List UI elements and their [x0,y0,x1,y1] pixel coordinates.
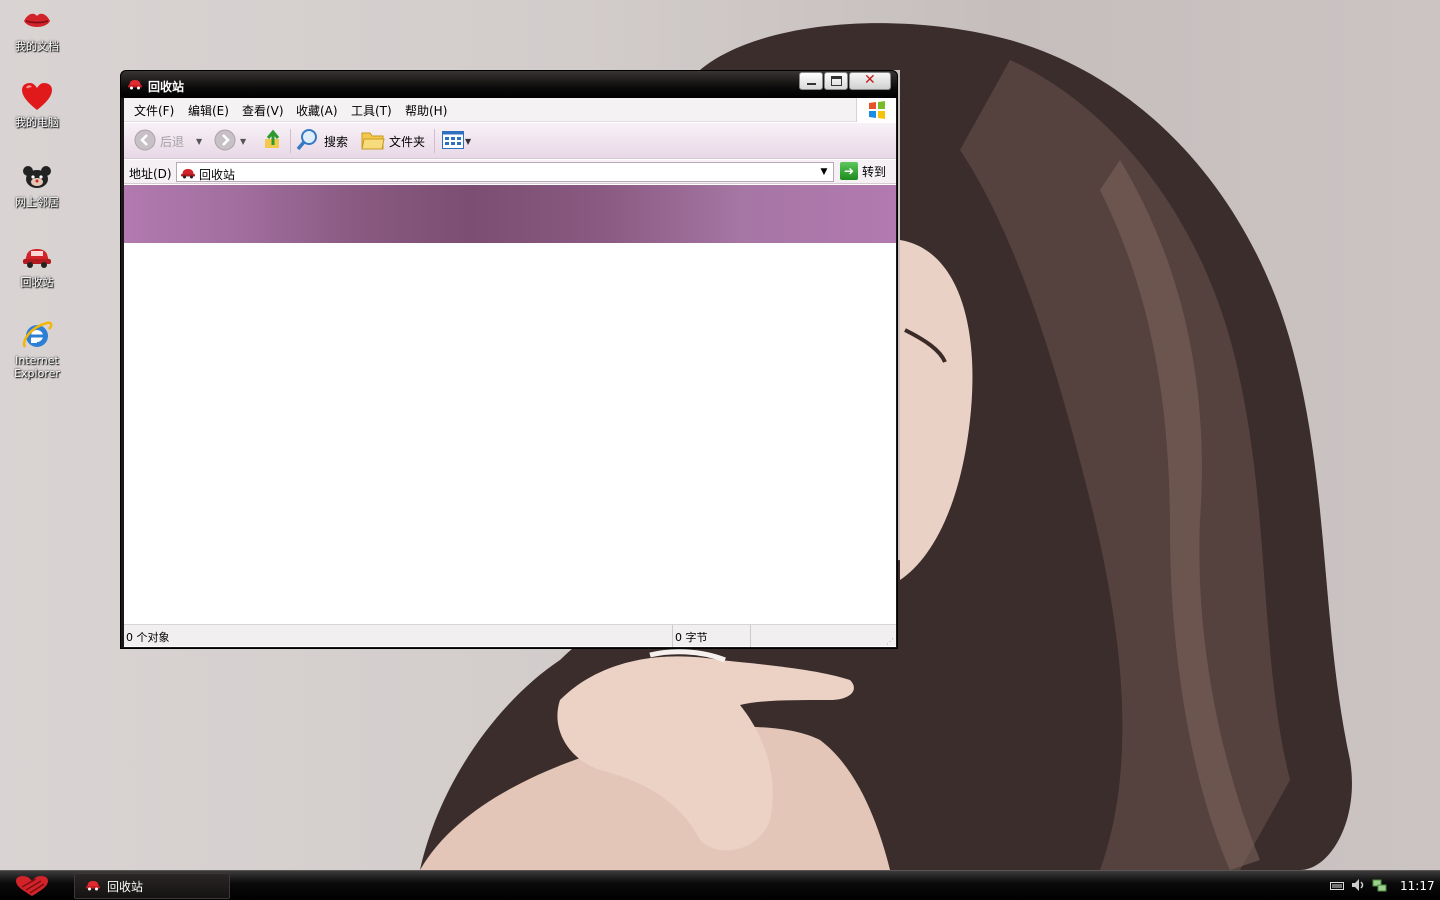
taskbar-button-label: 回收站 [107,879,144,894]
menu-edit[interactable]: 编辑(E) [188,102,229,119]
desktop-icon-my-documents[interactable]: 我的文档 [4,4,70,53]
car-icon [180,167,196,182]
window-client-area: 文件(F) 编辑(E) 查看(V) 收藏(A) 工具(T) 帮助(H) 后退 ▼ [124,98,896,647]
address-value: 回收站 [199,168,236,182]
address-label: 地址(D) [129,167,172,181]
maximize-icon [831,76,842,86]
menu-favorites[interactable]: 收藏(A) [296,102,338,119]
lips-icon [20,4,54,38]
status-size: 0 字节 [673,625,751,647]
minimize-icon [807,83,816,85]
up-arrow-icon [262,129,284,154]
close-button[interactable]: ✕ [849,72,891,90]
explorer-window[interactable]: 回收站 ✕ 文件(F) 编辑(E) 查看(V) 收藏(A) 工具(T) 帮助(H… [120,70,898,649]
close-icon: ✕ [864,72,876,88]
folders-button[interactable]: 文件夹 [361,129,425,153]
views-button[interactable]: ▼ [442,129,471,153]
clock[interactable]: 11:17 [1400,879,1435,893]
back-button[interactable]: 后退 ▼ [134,129,202,153]
views-icon [442,130,464,152]
network-icon[interactable] [1372,877,1388,896]
address-bar: 地址(D) 回收站 ▼ ➜ 转到 [124,160,896,184]
system-tray: 11:17 [1322,871,1440,900]
desktop-icon-my-computer[interactable]: 我的电脑 [4,80,70,129]
forward-button[interactable]: ▼ [214,129,246,153]
address-input[interactable]: 回收站 ▼ [176,162,834,182]
desktop-icon-recycle-bin[interactable]: 回收站 [4,240,70,289]
status-extra: ⋰ [751,625,896,647]
windows-logo-icon [856,98,896,122]
menu-bar: 文件(F) 编辑(E) 查看(V) 收藏(A) 工具(T) 帮助(H) [124,98,896,122]
folders-label: 文件夹 [389,134,426,149]
desktop-icon-network[interactable]: 网上邻居 [4,160,70,209]
search-label: 搜索 [324,134,349,149]
desktop-icon-label: 回收站 [20,276,54,289]
window-titlebar[interactable]: 回收站 ✕ [121,71,897,98]
menu-tools[interactable]: 工具(T) [351,102,392,119]
start-button[interactable] [14,875,50,897]
taskbar: 回收站 11:17 [0,870,1440,900]
heart-icon [20,80,54,114]
internet-explorer-icon [20,318,54,352]
header-banner [124,185,896,243]
taskbar-button-recycle-bin[interactable]: 回收站 [74,873,230,899]
menu-help[interactable]: 帮助(H) [405,102,447,119]
search-icon [296,128,320,155]
menu-file[interactable]: 文件(F) [134,102,174,119]
start-heart-icon [14,876,50,900]
status-bar: 0 个对象 0 字节 ⋰ [124,624,896,647]
address-dropdown-button[interactable]: ▼ [815,163,833,181]
keyboard-icon[interactable] [1330,879,1344,893]
mouse-icon [20,160,54,194]
folder-icon [361,129,385,154]
car-icon [127,78,143,93]
desktop-icon-label: 网上邻居 [15,196,59,209]
chevron-down-icon: ▼ [196,136,203,146]
chevron-down-icon: ▼ [465,136,472,146]
back-arrow-icon [134,129,156,154]
standard-toolbar: 后退 ▼ ▼ 搜索 文件夹 ▼ [124,123,896,159]
search-button[interactable]: 搜索 [296,128,349,155]
go-label: 转到 [862,164,887,179]
toolbar-separator [434,129,435,153]
go-button[interactable]: ➜ 转到 [840,162,886,180]
window-title: 回收站 [148,80,185,94]
back-label: 后退 [160,134,185,149]
status-object-count: 0 个对象 [124,625,673,647]
file-list-area[interactable] [124,244,896,623]
desktop-icon-label: Internet Explorer [14,354,60,380]
maximize-button[interactable] [824,72,848,90]
up-folder-button[interactable] [262,129,284,153]
toolbar-separator [290,129,291,153]
desktop-icon-internet-explorer[interactable]: Internet Explorer [4,318,70,380]
menu-view[interactable]: 查看(V) [242,102,284,119]
forward-arrow-icon [214,129,236,154]
chevron-down-icon: ▼ [240,136,247,146]
chevron-down-icon: ▼ [820,167,828,177]
minimize-button[interactable] [799,72,823,90]
desktop-icon-label: 我的文档 [15,40,59,53]
desktop-icon-label: 我的电脑 [15,116,59,129]
car-icon [20,240,54,274]
car-icon [85,879,101,894]
resize-grip-icon[interactable]: ⋰ [886,637,894,646]
go-arrow-icon: ➜ [840,162,858,180]
volume-icon[interactable] [1350,877,1366,896]
